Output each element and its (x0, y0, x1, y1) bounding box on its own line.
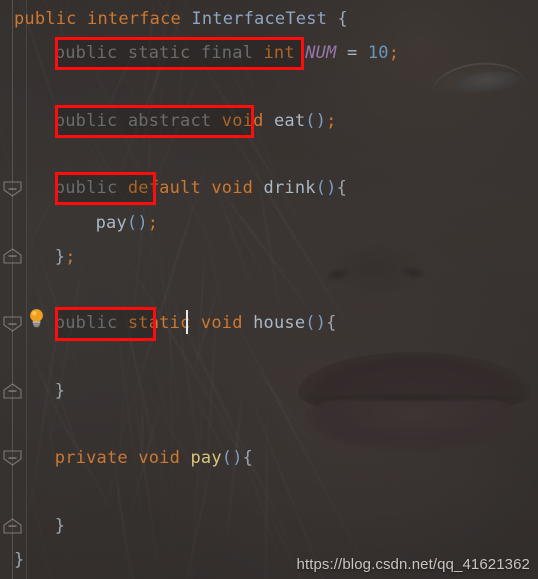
code-line[interactable]: pay(); (96, 212, 159, 234)
code-token: { (326, 313, 337, 333)
code-token: interface (87, 9, 181, 29)
code-token: void (138, 448, 181, 468)
code-token: void (200, 313, 243, 333)
code-line[interactable]: public abstract void eat(); (55, 110, 337, 132)
code-token: private (54, 448, 128, 468)
code-editor[interactable]: public interface InterfaceTest {public s… (0, 0, 538, 579)
code-token: ; (65, 247, 76, 267)
code-line[interactable]: public static final int NUM = 10; (55, 42, 399, 64)
code-token: () (126, 213, 148, 233)
code-token: () (221, 448, 243, 468)
code-token: 10 (367, 43, 389, 63)
code-token: NUM (305, 43, 337, 63)
code-line[interactable]: private void pay(){ (55, 447, 253, 469)
code-token: public (54, 178, 118, 198)
code-token: () (305, 313, 327, 333)
code-token: pay (190, 448, 222, 468)
code-line[interactable]: } (55, 380, 65, 402)
code-token: ; (388, 43, 400, 63)
code-token: { (337, 9, 348, 29)
code-token: = (347, 43, 358, 63)
code-token: public (54, 313, 118, 333)
code-token: ; (147, 213, 159, 233)
code-token: pay (95, 213, 127, 233)
code-line[interactable]: } (14, 549, 24, 571)
code-token: public abstract (54, 111, 212, 131)
code-token: house (253, 313, 306, 333)
code-token: } (54, 381, 66, 401)
code-line[interactable]: }; (55, 246, 76, 268)
code-token: public static final (54, 43, 254, 63)
code-token: ; (326, 111, 337, 131)
code-line[interactable]: public default void drink(){ (55, 177, 347, 199)
code-text-area[interactable]: public interface InterfaceTest {public s… (0, 0, 538, 579)
code-token: } (54, 516, 66, 536)
code-token: { (336, 178, 348, 198)
code-token: eat (273, 111, 306, 131)
code-token: void (211, 178, 254, 198)
code-token: public (14, 9, 77, 29)
code-token: } (54, 247, 66, 267)
text-caret (186, 310, 188, 334)
watermark-url: https://blog.csdn.net/qq_41621362 (296, 556, 530, 573)
code-token: { (242, 448, 254, 468)
code-token: () (315, 178, 337, 198)
code-token: () (305, 111, 327, 131)
code-token: void (221, 111, 264, 131)
code-token: drink (263, 178, 316, 198)
code-line[interactable]: public static void house(){ (55, 312, 337, 334)
code-token: default (127, 178, 201, 198)
code-token: int (263, 43, 295, 63)
code-line[interactable]: } (55, 515, 65, 537)
code-token: static (127, 313, 191, 333)
code-line[interactable]: public interface InterfaceTest { (14, 8, 348, 30)
code-token: } (14, 550, 25, 570)
code-token: InterfaceTest (191, 9, 328, 29)
